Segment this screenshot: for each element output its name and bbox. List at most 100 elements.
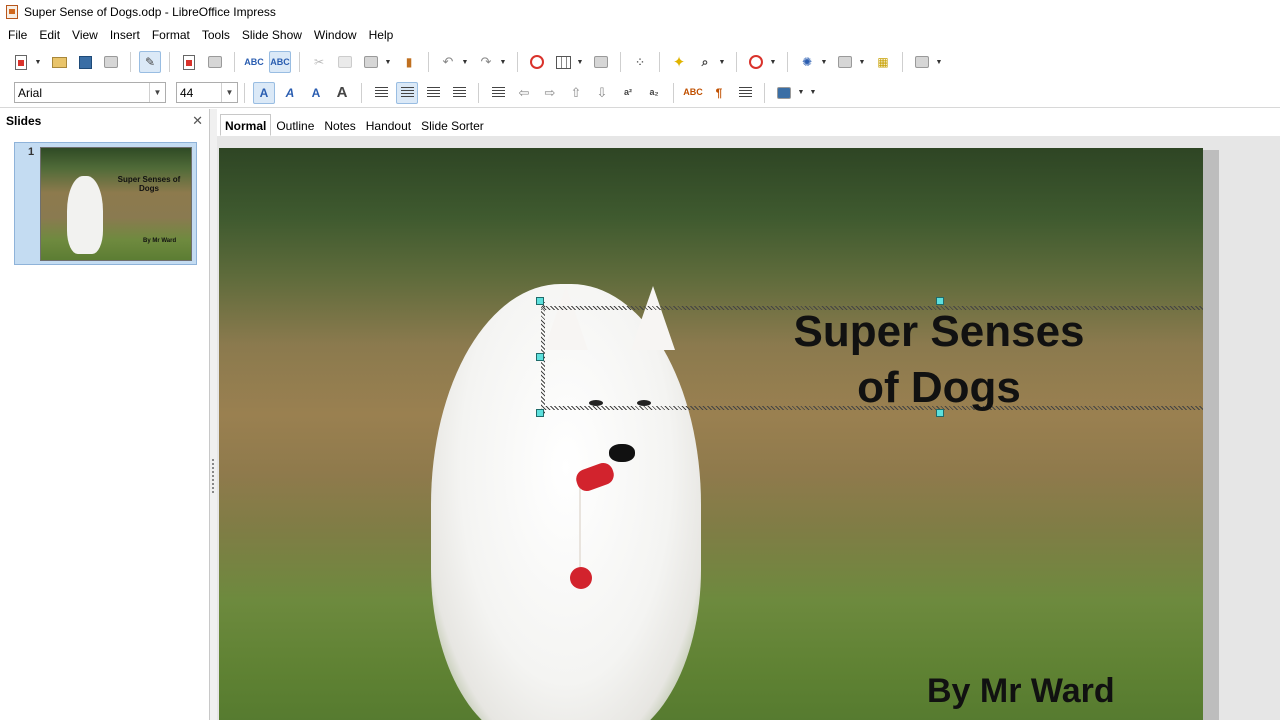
display-views-button[interactable] bbox=[834, 51, 856, 73]
fontwork-shadow-button[interactable]: A bbox=[253, 81, 275, 104]
promote-button[interactable]: ⇨ bbox=[539, 82, 561, 104]
email-button[interactable] bbox=[100, 51, 122, 73]
chevron-down-icon[interactable]: ▼ bbox=[149, 83, 165, 102]
clone-formatting-button[interactable]: ▮ bbox=[398, 51, 420, 73]
display-views-dropdown-arrow[interactable]: ▼ bbox=[858, 51, 866, 73]
points-button[interactable]: ✦ bbox=[668, 51, 690, 73]
chevron-down-icon[interactable]: ▼ bbox=[221, 83, 237, 102]
spelling-button[interactable]: ABC bbox=[243, 51, 265, 73]
menu-tools[interactable]: Tools bbox=[196, 24, 236, 46]
edit-pencil-icon: ✎ bbox=[144, 55, 156, 69]
superscript-button[interactable]: a² bbox=[617, 82, 639, 104]
table-icon bbox=[555, 55, 571, 69]
slide-work-area[interactable]: Super Senses of Dogs By Mr Ward bbox=[217, 136, 1280, 720]
save-button[interactable] bbox=[74, 51, 96, 73]
cut-button[interactable]: ✂ bbox=[308, 51, 330, 73]
menu-view[interactable]: View bbox=[66, 24, 104, 46]
redo-button[interactable]: ↷ bbox=[475, 51, 497, 73]
toolbar2-overflow-arrow[interactable]: ▼ bbox=[935, 51, 943, 73]
image-button[interactable] bbox=[590, 51, 612, 73]
tab-outline[interactable]: Outline bbox=[271, 114, 319, 136]
slide-thumbnail-1[interactable]: 1 Super Senses of Dogs By Mr Ward bbox=[14, 142, 197, 265]
auto-spellcheck-button[interactable]: ABC bbox=[269, 51, 291, 73]
text-shadow-icon: A bbox=[259, 85, 269, 100]
menu-file[interactable]: File bbox=[2, 24, 33, 46]
help-button[interactable] bbox=[745, 51, 767, 73]
new-document-button[interactable] bbox=[10, 51, 32, 73]
font-color-button[interactable]: A bbox=[331, 82, 353, 104]
bullet-list-icon bbox=[491, 87, 505, 98]
paste-button[interactable] bbox=[360, 51, 382, 73]
justify-button[interactable] bbox=[448, 82, 470, 104]
align-center-button[interactable] bbox=[396, 81, 418, 104]
zoom-button[interactable]: ⌕ bbox=[694, 51, 716, 73]
resize-handle-top-left[interactable] bbox=[536, 297, 544, 305]
slide-show-button[interactable] bbox=[911, 51, 933, 73]
slide-layout-button[interactable]: ▦ bbox=[872, 51, 894, 73]
align-left-icon bbox=[374, 87, 388, 98]
bullets-button[interactable] bbox=[487, 82, 509, 104]
menu-insert[interactable]: Insert bbox=[104, 24, 146, 46]
zoom-dropdown-arrow[interactable]: ▼ bbox=[718, 51, 726, 73]
new-dropdown-arrow[interactable]: ▼ bbox=[34, 51, 42, 73]
align-left-button[interactable] bbox=[370, 82, 392, 104]
menu-format[interactable]: Format bbox=[146, 24, 196, 46]
close-icon[interactable]: ✕ bbox=[192, 113, 203, 129]
resize-handle-middle-left[interactable] bbox=[536, 353, 544, 361]
print-button[interactable] bbox=[204, 51, 226, 73]
demote-button[interactable]: ⇦ bbox=[513, 82, 535, 104]
move-down-button[interactable]: ⇩ bbox=[591, 82, 613, 104]
format-toolbar-overflow-arrow[interactable]: ▼ bbox=[809, 82, 817, 104]
align-right-button[interactable] bbox=[422, 82, 444, 104]
navigator-dropdown-arrow[interactable]: ▼ bbox=[820, 51, 828, 73]
tab-notes[interactable]: Notes bbox=[319, 114, 360, 136]
grid-button[interactable]: ⁘ bbox=[629, 51, 651, 73]
menu-help[interactable]: Help bbox=[363, 24, 400, 46]
paragraph-button[interactable]: ¶ bbox=[708, 82, 730, 104]
slide-title[interactable]: Super Senses of Dogs bbox=[739, 304, 1139, 416]
pane-splitter[interactable] bbox=[210, 109, 217, 720]
toolbar-overflow-arrow[interactable]: ▼ bbox=[769, 51, 777, 73]
copy-button[interactable] bbox=[334, 51, 356, 73]
slide-byline[interactable]: By Mr Ward bbox=[927, 672, 1115, 711]
italic-outline-button[interactable]: A bbox=[279, 82, 301, 104]
title-bar: Super Sense of Dogs.odp - LibreOffice Im… bbox=[0, 0, 1280, 24]
table-button[interactable] bbox=[552, 51, 574, 73]
open-button[interactable] bbox=[48, 51, 70, 73]
undo-button[interactable]: ↶ bbox=[437, 51, 459, 73]
tab-slide-sorter[interactable]: Slide Sorter bbox=[416, 114, 489, 136]
slide-canvas[interactable]: Super Senses of Dogs By Mr Ward bbox=[219, 148, 1203, 720]
splitter-grip-icon[interactable] bbox=[212, 459, 214, 495]
chart-button[interactable] bbox=[526, 51, 548, 73]
export-pdf-button[interactable] bbox=[178, 51, 200, 73]
thumbnail-byline: By Mr Ward bbox=[143, 238, 177, 244]
toolbar-separator bbox=[361, 82, 362, 103]
menu-edit[interactable]: Edit bbox=[33, 24, 66, 46]
tab-normal[interactable]: Normal bbox=[220, 114, 272, 136]
resize-handle-bottom-center[interactable] bbox=[936, 409, 944, 417]
font-name-combobox[interactable]: Arial ▼ bbox=[14, 82, 166, 103]
area-style-dropdown-arrow[interactable]: ▼ bbox=[797, 82, 805, 104]
resize-handle-bottom-left[interactable] bbox=[536, 409, 544, 417]
subscript-button[interactable]: a₂ bbox=[643, 82, 665, 104]
text-effect-button[interactable]: A bbox=[305, 82, 327, 104]
area-style-button[interactable] bbox=[773, 82, 795, 104]
menu-slide-show[interactable]: Slide Show bbox=[236, 24, 308, 46]
edit-mode-button[interactable]: ✎ bbox=[139, 51, 161, 73]
resize-handle-top-center[interactable] bbox=[936, 297, 944, 305]
navigator-button[interactable]: ✺ bbox=[796, 51, 818, 73]
pdf-icon bbox=[183, 54, 195, 70]
clipboard-icon bbox=[364, 56, 378, 68]
tab-handout[interactable]: Handout bbox=[361, 114, 416, 136]
paste-dropdown-arrow[interactable]: ▼ bbox=[384, 51, 392, 73]
menu-window[interactable]: Window bbox=[308, 24, 363, 46]
character-button[interactable]: ABC bbox=[682, 82, 704, 104]
font-size-combobox[interactable]: 44 ▼ bbox=[176, 82, 238, 103]
move-up-button[interactable]: ⇧ bbox=[565, 82, 587, 104]
undo-dropdown-arrow[interactable]: ▼ bbox=[461, 51, 469, 73]
undo-icon: ↶ bbox=[442, 54, 454, 69]
navigator-icon: ✺ bbox=[801, 55, 813, 69]
table-dropdown-arrow[interactable]: ▼ bbox=[576, 51, 584, 73]
redo-dropdown-arrow[interactable]: ▼ bbox=[499, 51, 507, 73]
bullets-numbering-button[interactable] bbox=[734, 82, 756, 104]
